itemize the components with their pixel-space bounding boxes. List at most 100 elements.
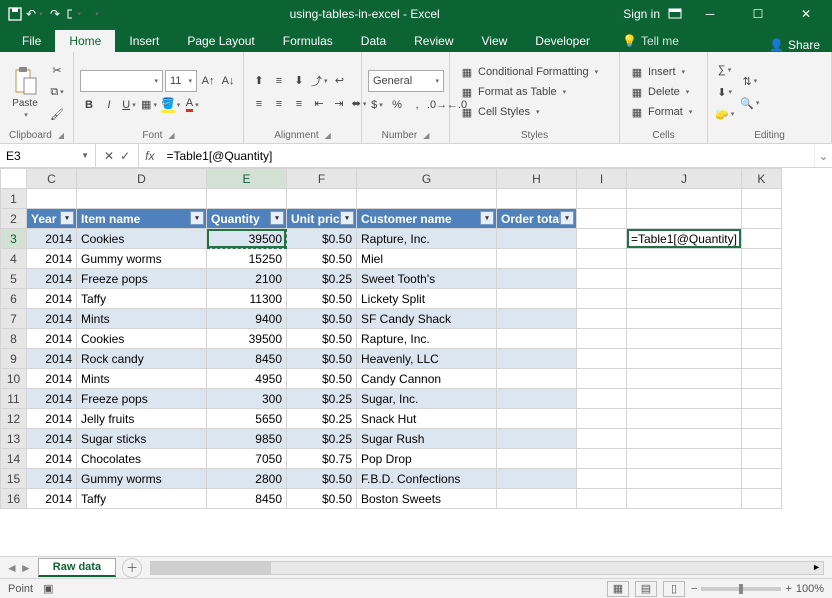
- cell-G11[interactable]: Sugar, Inc.: [357, 389, 497, 409]
- cell-G14[interactable]: Pop Drop: [357, 449, 497, 469]
- zoom-out-icon[interactable]: −: [691, 583, 697, 595]
- tell-me[interactable]: 💡Tell me: [608, 30, 693, 52]
- cell-J4[interactable]: [627, 249, 742, 269]
- decrease-indent-icon[interactable]: ⇤: [310, 94, 328, 114]
- cell-H4[interactable]: [497, 249, 577, 269]
- cell-D13[interactable]: Sugar sticks: [77, 429, 207, 449]
- cell-D11[interactable]: Freeze pops: [77, 389, 207, 409]
- cell-K1[interactable]: [741, 189, 781, 209]
- cell-I7[interactable]: [577, 309, 627, 329]
- cell-D9[interactable]: Rock candy: [77, 349, 207, 369]
- table-header-E[interactable]: Quantity▾: [207, 209, 287, 229]
- tab-file[interactable]: File: [8, 30, 55, 52]
- font-name-combo[interactable]: ▾: [80, 70, 163, 92]
- row-header-8[interactable]: 8: [1, 329, 27, 349]
- cell-F4[interactable]: $0.50: [287, 249, 357, 269]
- cell-I2[interactable]: [577, 209, 627, 229]
- cell-K3[interactable]: [741, 229, 781, 249]
- cell-C10[interactable]: 2014: [27, 369, 77, 389]
- cell-D5[interactable]: Freeze pops: [77, 269, 207, 289]
- cell-G13[interactable]: Sugar Rush: [357, 429, 497, 449]
- format-as-table-button[interactable]: ▦Format as Table▾: [456, 82, 613, 102]
- cell-F9[interactable]: $0.50: [287, 349, 357, 369]
- italic-button[interactable]: I: [100, 95, 118, 115]
- cell-styles-button[interactable]: ▦Cell Styles▾: [456, 102, 613, 122]
- cell-G5[interactable]: Sweet Tooth's: [357, 269, 497, 289]
- font-launcher-icon[interactable]: ◢: [168, 131, 174, 140]
- cell-G4[interactable]: Miel: [357, 249, 497, 269]
- tab-insert[interactable]: Insert: [115, 30, 173, 52]
- cell-I14[interactable]: [577, 449, 627, 469]
- percent-format-icon[interactable]: %: [388, 95, 406, 115]
- align-top-icon[interactable]: ⬆: [250, 71, 268, 91]
- cell-E12[interactable]: 5650: [207, 409, 287, 429]
- cell-C11[interactable]: 2014: [27, 389, 77, 409]
- cell-K9[interactable]: [741, 349, 781, 369]
- col-header-K[interactable]: K: [741, 169, 781, 189]
- col-header-E[interactable]: E: [207, 169, 287, 189]
- cell-C8[interactable]: 2014: [27, 329, 77, 349]
- row-header-9[interactable]: 9: [1, 349, 27, 369]
- cell-J3[interactable]: =Table1[@Quantity]: [627, 229, 742, 249]
- cell-J11[interactable]: [627, 389, 742, 409]
- cell-H14[interactable]: [497, 449, 577, 469]
- cell-C16[interactable]: 2014: [27, 489, 77, 509]
- cell-D1[interactable]: [77, 189, 207, 209]
- cell-K6[interactable]: [741, 289, 781, 309]
- cell-F10[interactable]: $0.50: [287, 369, 357, 389]
- cell-F7[interactable]: $0.50: [287, 309, 357, 329]
- cell-H7[interactable]: [497, 309, 577, 329]
- row-header-13[interactable]: 13: [1, 429, 27, 449]
- zoom-in-icon[interactable]: +: [785, 583, 791, 595]
- cell-C4[interactable]: 2014: [27, 249, 77, 269]
- cell-I6[interactable]: [577, 289, 627, 309]
- cell-E9[interactable]: 8450: [207, 349, 287, 369]
- cell-E5[interactable]: 2100: [207, 269, 287, 289]
- insert-cells-button[interactable]: ▦Insert▾: [626, 62, 701, 82]
- number-format-combo[interactable]: General▾: [368, 70, 444, 92]
- cell-E16[interactable]: 8450: [207, 489, 287, 509]
- cell-C6[interactable]: 2014: [27, 289, 77, 309]
- cell-D12[interactable]: Jelly fruits: [77, 409, 207, 429]
- cell-J16[interactable]: [627, 489, 742, 509]
- row-header-3[interactable]: 3: [1, 229, 27, 249]
- row-header-5[interactable]: 5: [1, 269, 27, 289]
- cell-J6[interactable]: [627, 289, 742, 309]
- cell-F3[interactable]: $0.50: [287, 229, 357, 249]
- cell-H9[interactable]: [497, 349, 577, 369]
- col-header-J[interactable]: J: [627, 169, 742, 189]
- cell-C15[interactable]: 2014: [27, 469, 77, 489]
- table-header-C[interactable]: Year▾: [27, 209, 77, 229]
- autosum-button[interactable]: ∑▾: [714, 60, 735, 80]
- cell-F1[interactable]: [287, 189, 357, 209]
- select-all-corner[interactable]: [1, 169, 27, 189]
- cell-K14[interactable]: [741, 449, 781, 469]
- align-right-icon[interactable]: ≡: [290, 94, 308, 114]
- row-header-1[interactable]: 1: [1, 189, 27, 209]
- formula-input[interactable]: =Table1[@Quantity]: [160, 144, 814, 167]
- filter-icon[interactable]: ▾: [480, 211, 494, 225]
- cell-K10[interactable]: [741, 369, 781, 389]
- filter-icon[interactable]: ▾: [560, 211, 574, 225]
- conditional-formatting-button[interactable]: ▦Conditional Formatting▾: [456, 62, 613, 82]
- cell-C13[interactable]: 2014: [27, 429, 77, 449]
- copy-button[interactable]: ⧉▾: [48, 82, 66, 102]
- macro-record-icon[interactable]: ▣: [43, 582, 53, 595]
- cell-E6[interactable]: 11300: [207, 289, 287, 309]
- cell-J8[interactable]: [627, 329, 742, 349]
- cell-H5[interactable]: [497, 269, 577, 289]
- cell-J15[interactable]: [627, 469, 742, 489]
- sheet-nav-next-icon[interactable]: ►: [20, 561, 32, 575]
- bold-button[interactable]: B: [80, 95, 98, 115]
- tab-data[interactable]: Data: [347, 30, 400, 52]
- save-icon[interactable]: [6, 5, 24, 23]
- filter-icon[interactable]: ▾: [270, 211, 284, 225]
- alignment-launcher-icon[interactable]: ◢: [325, 131, 331, 140]
- wrap-text-button[interactable]: ↩: [331, 71, 349, 91]
- horizontal-scrollbar[interactable]: ◄►: [150, 561, 824, 575]
- row-header-7[interactable]: 7: [1, 309, 27, 329]
- cell-K13[interactable]: [741, 429, 781, 449]
- scroll-right-icon[interactable]: ►: [812, 562, 821, 572]
- cell-F15[interactable]: $0.50: [287, 469, 357, 489]
- decrease-font-icon[interactable]: A↓: [219, 71, 237, 91]
